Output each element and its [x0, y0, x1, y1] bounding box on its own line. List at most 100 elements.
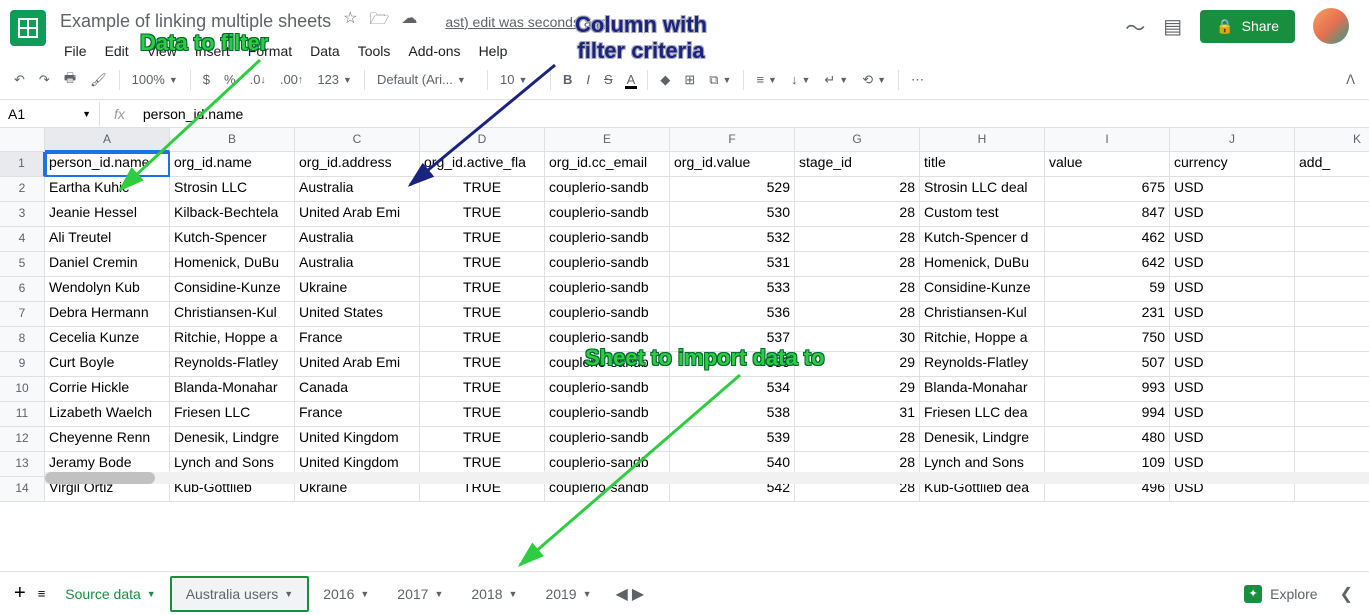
data-cell[interactable]: Cheyenne Renn — [45, 427, 170, 452]
data-cell[interactable]: Australia — [295, 177, 420, 202]
data-cell[interactable]: couplerio-sandb — [545, 427, 670, 452]
text-color-btn[interactable]: A — [621, 68, 642, 91]
data-cell[interactable]: Canada — [295, 377, 420, 402]
data-cell[interactable]: Lizabeth Waelch — [45, 402, 170, 427]
row-header[interactable]: 11 — [0, 402, 45, 427]
side-panel-toggle-icon[interactable]: ❮ — [1332, 576, 1361, 612]
data-cell[interactable]: 847 — [1045, 202, 1170, 227]
data-cell[interactable]: USD — [1170, 302, 1295, 327]
row-header[interactable]: 2 — [0, 177, 45, 202]
data-cell[interactable]: USD — [1170, 252, 1295, 277]
row-header[interactable]: 4 — [0, 227, 45, 252]
data-cell[interactable]: Considine-Kunze — [920, 277, 1045, 302]
spreadsheet-grid[interactable]: ABCDEFGHIJK1person_id.nameorg_id.nameorg… — [0, 128, 1369, 502]
data-cell[interactable]: Ukraine — [295, 277, 420, 302]
all-sheets-btn[interactable]: ≡ — [32, 582, 52, 605]
row-header[interactable]: 8 — [0, 327, 45, 352]
data-cell[interactable]: Ritchie, Hoppe a — [920, 327, 1045, 352]
more-toolbar-btn[interactable]: ⋯ — [905, 68, 930, 92]
data-cell[interactable]: TRUE — [420, 227, 545, 252]
menu-help[interactable]: Help — [471, 39, 516, 63]
data-cell[interactable]: Eartha Kuhic — [45, 177, 170, 202]
data-cell[interactable]: 529 — [670, 177, 795, 202]
tab-2019[interactable]: 2019▼ — [531, 578, 605, 610]
data-cell[interactable]: Strosin LLC — [170, 177, 295, 202]
data-cell[interactable]: 532 — [670, 227, 795, 252]
menu-format[interactable]: Format — [240, 39, 300, 63]
column-header[interactable]: E — [545, 128, 670, 152]
data-cell[interactable]: Homenick, DuBu — [170, 252, 295, 277]
data-cell[interactable]: USD — [1170, 277, 1295, 302]
data-cell[interactable]: Blanda-Monahar — [920, 377, 1045, 402]
header-cell[interactable]: org_id.cc_email — [545, 152, 670, 177]
fill-color-btn[interactable]: ◆ — [654, 68, 676, 92]
menu-file[interactable]: File — [56, 39, 95, 63]
data-cell[interactable]: TRUE — [420, 427, 545, 452]
data-cell[interactable]: 2016 — [1295, 227, 1369, 252]
tab-2016[interactable]: 2016▼ — [309, 578, 383, 610]
data-cell[interactable]: USD — [1170, 402, 1295, 427]
data-cell[interactable]: TRUE — [420, 377, 545, 402]
data-cell[interactable]: TRUE — [420, 177, 545, 202]
data-cell[interactable]: 29 — [795, 352, 920, 377]
row-header[interactable]: 10 — [0, 377, 45, 402]
data-cell[interactable]: 538 — [670, 402, 795, 427]
menu-data[interactable]: Data — [302, 39, 348, 63]
data-cell[interactable]: 534 — [670, 377, 795, 402]
data-cell[interactable]: 2016 — [1295, 427, 1369, 452]
header-cell[interactable]: org_id.active_fla — [420, 152, 545, 177]
column-header[interactable]: I — [1045, 128, 1170, 152]
dec-decimal-btn[interactable]: .0↓ — [244, 68, 272, 91]
row-header[interactable]: 7 — [0, 302, 45, 327]
data-cell[interactable]: 675 — [1045, 177, 1170, 202]
data-cell[interactable]: Friesen LLC — [170, 402, 295, 427]
data-cell[interactable]: TRUE — [420, 402, 545, 427]
data-cell[interactable]: France — [295, 327, 420, 352]
data-cell[interactable]: 28 — [795, 202, 920, 227]
data-cell[interactable]: Wendolyn Kub — [45, 277, 170, 302]
font-size-select[interactable]: 10▼ — [494, 68, 544, 91]
undo-icon[interactable]: ↶ — [8, 68, 31, 92]
header-cell[interactable]: currency — [1170, 152, 1295, 177]
zoom-select[interactable]: 100%▼ — [126, 68, 184, 91]
column-header[interactable]: F — [670, 128, 795, 152]
data-cell[interactable]: 231 — [1045, 302, 1170, 327]
data-cell[interactable]: couplerio-sandb — [545, 177, 670, 202]
merge-btn[interactable]: ⧉▼ — [703, 68, 737, 92]
data-cell[interactable]: Friesen LLC dea — [920, 402, 1045, 427]
data-cell[interactable]: Ali Treutel — [45, 227, 170, 252]
column-header[interactable]: J — [1170, 128, 1295, 152]
redo-icon[interactable]: ↷ — [33, 68, 56, 92]
data-cell[interactable]: Homenick, DuBu — [920, 252, 1045, 277]
data-cell[interactable]: 28 — [795, 302, 920, 327]
row-header[interactable]: 9 — [0, 352, 45, 377]
data-cell[interactable]: Reynolds-Flatley — [170, 352, 295, 377]
add-sheet-btn[interactable]: + — [8, 578, 32, 609]
menu-addons[interactable]: Add-ons — [400, 39, 468, 63]
data-cell[interactable]: 28 — [795, 277, 920, 302]
column-header[interactable]: C — [295, 128, 420, 152]
cloud-icon[interactable]: ☁ — [401, 8, 417, 35]
row-header[interactable]: 13 — [0, 452, 45, 477]
formula-input[interactable]: person_id.name — [139, 102, 247, 126]
halign-btn[interactable]: ≡▼ — [750, 68, 783, 91]
data-cell[interactable]: 2016 — [1295, 352, 1369, 377]
data-cell[interactable]: couplerio-sandb — [545, 377, 670, 402]
data-cell[interactable]: 29 — [795, 377, 920, 402]
row-header[interactable]: 14 — [0, 477, 45, 502]
data-cell[interactable]: USD — [1170, 327, 1295, 352]
data-cell[interactable]: 2016 — [1295, 177, 1369, 202]
tab-2017[interactable]: 2017▼ — [383, 578, 457, 610]
data-cell[interactable]: 2016 — [1295, 302, 1369, 327]
wrap-btn[interactable]: ↵▼ — [818, 68, 854, 92]
percent-btn[interactable]: % — [218, 68, 242, 91]
data-cell[interactable]: Reynolds-Flatley — [920, 352, 1045, 377]
data-cell[interactable]: 993 — [1045, 377, 1170, 402]
header-cell[interactable]: stage_id — [795, 152, 920, 177]
last-edit[interactable]: ast) edit was seconds ago — [445, 14, 607, 30]
data-cell[interactable]: Jeanie Hessel — [45, 202, 170, 227]
data-cell[interactable]: TRUE — [420, 302, 545, 327]
data-cell[interactable]: Daniel Cremin — [45, 252, 170, 277]
data-cell[interactable]: Ritchie, Hoppe a — [170, 327, 295, 352]
data-cell[interactable]: Denesik, Lindgre — [170, 427, 295, 452]
